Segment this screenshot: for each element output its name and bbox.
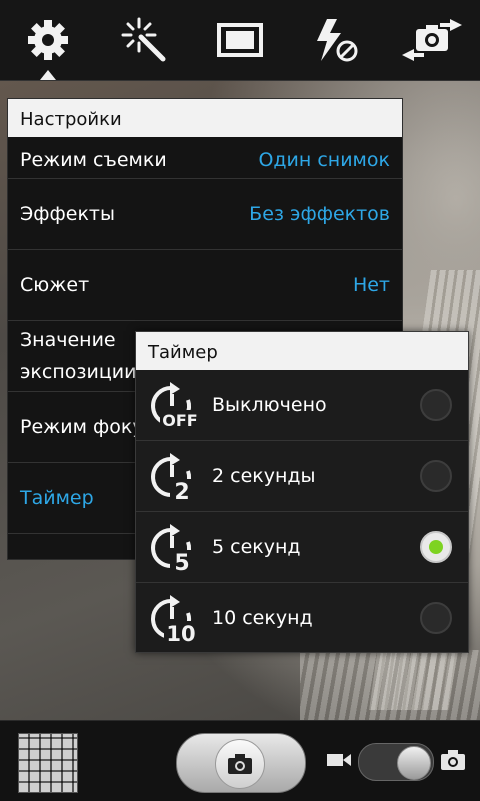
- camera-icon: [228, 754, 252, 774]
- settings-pointer: [40, 70, 56, 80]
- shutter-button[interactable]: [176, 733, 306, 793]
- timer-off-icon: OFF: [151, 382, 200, 430]
- timer-title: Таймер: [136, 332, 468, 370]
- viewfinder-detail: [300, 650, 480, 720]
- switch-knob[interactable]: [397, 746, 431, 780]
- setting-effects[interactable]: Эффекты Без эффектов: [8, 179, 402, 250]
- timer-icon-text: 2: [174, 480, 189, 501]
- video-camera-icon: [327, 754, 351, 766]
- setting-label: Значение экспозиции: [20, 329, 137, 383]
- setting-label: Сюжет: [20, 274, 90, 296]
- timer-icon-text: 10: [166, 622, 195, 643]
- timer-option-label: 5 секунд: [212, 536, 301, 558]
- timer-icon-text: 5: [174, 551, 189, 572]
- timer-option-label: 2 секунды: [212, 465, 316, 487]
- setting-label: Режим съемки: [20, 149, 167, 171]
- timer-option-10s[interactable]: 10 10 секунд: [136, 583, 468, 653]
- timer-option-5s[interactable]: 5 5 секунд: [136, 512, 468, 583]
- bottom-bar: [0, 720, 480, 801]
- camera-mode-switch[interactable]: [358, 743, 434, 781]
- timer-icon-text: OFF: [162, 411, 197, 430]
- setting-value: Нет: [352, 274, 390, 296]
- radio-button[interactable]: [420, 460, 452, 492]
- switch-camera-button[interactable]: [384, 0, 480, 80]
- timer-option-2s[interactable]: 2 2 секунды: [136, 441, 468, 512]
- timer-2s-icon: 2: [151, 453, 194, 501]
- magic-wand-icon: [121, 17, 166, 62]
- timer-popup: Таймер OFF Выключено 2 2 секунды 5 5 сек…: [135, 331, 469, 653]
- flash-off-icon: [317, 19, 358, 62]
- setting-shooting-mode[interactable]: Режим съемки Один снимок: [8, 137, 402, 179]
- setting-value: Один снимок: [258, 149, 390, 171]
- timer-5s-icon: 5: [151, 524, 194, 572]
- gallery-thumbnail[interactable]: [18, 733, 78, 793]
- timer-10s-icon: 10: [151, 595, 198, 643]
- setting-value: Без эффектов: [249, 203, 390, 225]
- effects-button[interactable]: [96, 0, 192, 80]
- settings-button[interactable]: [0, 0, 96, 80]
- settings-title: Настройки: [8, 99, 402, 137]
- setting-scene[interactable]: Сюжет Нет: [8, 250, 402, 321]
- shutter-inner: [215, 739, 265, 789]
- radio-button[interactable]: [420, 389, 452, 421]
- switch-camera-icon: [402, 19, 462, 61]
- top-toolbar: [0, 0, 480, 81]
- gear-icon: [28, 20, 68, 60]
- timer-option-label: 10 секунд: [212, 607, 313, 629]
- photo-camera-icon: [441, 750, 465, 770]
- setting-label: Таймер: [20, 487, 94, 509]
- display-mode-icon: [217, 23, 263, 57]
- timer-option-off[interactable]: OFF Выключено: [136, 370, 468, 441]
- timer-option-label: Выключено: [212, 394, 327, 416]
- display-mode-button[interactable]: [192, 0, 288, 80]
- radio-button-selected[interactable]: [420, 531, 452, 563]
- radio-button[interactable]: [420, 602, 452, 634]
- flash-button[interactable]: [288, 0, 384, 80]
- setting-label: Эффекты: [20, 203, 115, 225]
